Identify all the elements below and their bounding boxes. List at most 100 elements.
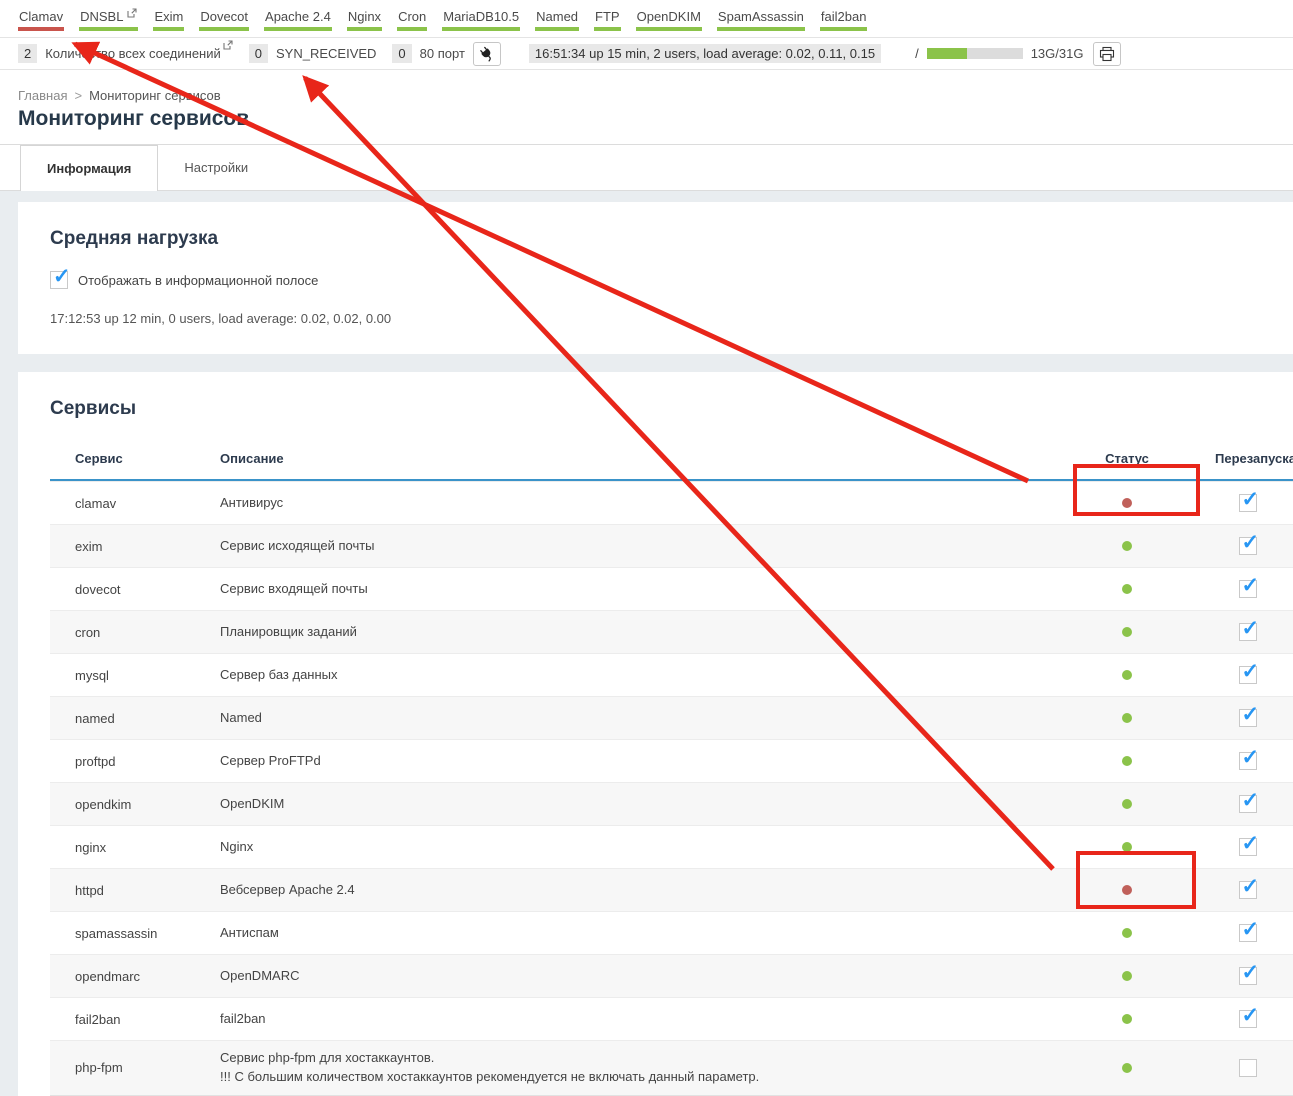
- opendkim-restart-checkbox[interactable]: [1239, 795, 1257, 813]
- column-header-restart: Перезапуска: [1202, 451, 1293, 466]
- page-title: Мониторинг сервисов: [18, 107, 1293, 131]
- exim-restart-checkbox[interactable]: [1239, 537, 1257, 555]
- service-description: Nginx: [220, 838, 1052, 857]
- service-status-cell: [1052, 885, 1202, 895]
- service-status-cell: [1052, 842, 1202, 852]
- topbar-link-dnsbl[interactable]: DNSBL: [79, 7, 138, 31]
- service-row-httpd: httpdВебсервер Apache 2.4: [50, 868, 1293, 911]
- topbar-link-dovecot[interactable]: Dovecot: [199, 7, 249, 31]
- topbar-link-clamav[interactable]: Clamav: [18, 7, 64, 31]
- show-in-infobar-label: Отображать в информационной полосе: [78, 273, 318, 288]
- service-name: clamav: [50, 496, 220, 511]
- service-name: mysql: [50, 668, 220, 683]
- httpd-restart-checkbox[interactable]: [1239, 881, 1257, 899]
- topbar-link-ftp[interactable]: FTP: [594, 7, 621, 31]
- services-panel: Сервисы Сервис Описание Статус Перезапус…: [18, 372, 1293, 1096]
- service-restart-cell: [1202, 623, 1293, 641]
- topbar-link-nginx[interactable]: Nginx: [347, 7, 382, 31]
- service-name: httpd: [50, 883, 220, 898]
- topbar-link-named[interactable]: Named: [535, 7, 579, 31]
- tab-настройки[interactable]: Настройки: [158, 145, 274, 190]
- service-status-cell: [1052, 541, 1202, 551]
- mysql-restart-checkbox[interactable]: [1239, 666, 1257, 684]
- topbar-link-fail2ban[interactable]: fail2ban: [820, 7, 868, 31]
- connections-count-badge: 2: [18, 44, 37, 63]
- service-row-spamassassin: spamassassinАнтиспам: [50, 911, 1293, 954]
- topbar-link-label: DNSBL: [80, 9, 123, 24]
- show-in-infobar-checkbox-row[interactable]: Отображать в информационной полосе: [50, 271, 1293, 289]
- service-description-line: OpenDMARC: [220, 967, 1052, 986]
- disk-usage-fill: [927, 48, 967, 59]
- topbar-link-label: Dovecot: [200, 9, 248, 24]
- service-description: OpenDKIM: [220, 795, 1052, 814]
- service-row-php-fpm: php-fpmСервис php-fpm для хостаккаунтов.…: [50, 1040, 1293, 1095]
- service-description-line: Антивирус: [220, 494, 1052, 513]
- opendmarc-restart-checkbox[interactable]: [1239, 967, 1257, 985]
- clamav-restart-checkbox[interactable]: [1239, 494, 1257, 512]
- disk-mount-label: /: [915, 46, 919, 61]
- topbar-link-exim[interactable]: Exim: [153, 7, 184, 31]
- service-description: fail2ban: [220, 1010, 1052, 1029]
- status-bar: 2 Количество всех соединений 0 SYN_RECEI…: [0, 38, 1293, 70]
- service-restart-cell: [1202, 666, 1293, 684]
- service-name: cron: [50, 625, 220, 640]
- cron-restart-checkbox[interactable]: [1239, 623, 1257, 641]
- dovecot-restart-checkbox[interactable]: [1239, 580, 1257, 598]
- topbar-link-label: Exim: [154, 9, 183, 24]
- service-description: Сервер баз данных: [220, 666, 1052, 685]
- service-status-cell: [1052, 1063, 1202, 1073]
- named-restart-checkbox[interactable]: [1239, 709, 1257, 727]
- nginx-restart-checkbox[interactable]: [1239, 838, 1257, 856]
- connections-link[interactable]: Количество всех соединений: [45, 46, 233, 61]
- mysql-status-dot: [1122, 670, 1132, 680]
- named-status-dot: [1122, 713, 1132, 723]
- breadcrumb-current: Мониторинг сервисов: [89, 88, 221, 103]
- column-header-service: Сервис: [50, 451, 220, 466]
- service-status-cell: [1052, 713, 1202, 723]
- spamassassin-status-dot: [1122, 928, 1132, 938]
- fail2ban-restart-checkbox[interactable]: [1239, 1010, 1257, 1028]
- topbar-link-spamassassin[interactable]: SpamAssassin: [717, 7, 805, 31]
- service-description-line: Сервис исходящей почты: [220, 537, 1052, 556]
- topbar-link-cron[interactable]: Cron: [397, 7, 427, 31]
- topbar-link-opendkim[interactable]: OpenDKIM: [636, 7, 702, 31]
- service-description: Антивирус: [220, 494, 1052, 513]
- show-in-infobar-checkbox[interactable]: [50, 271, 68, 289]
- topbar-link-apache-2.4[interactable]: Apache 2.4: [264, 7, 332, 31]
- service-description: Вебсервер Apache 2.4: [220, 881, 1052, 900]
- topbar-link-label: MariaDB10.5: [443, 9, 519, 24]
- cron-status-dot: [1122, 627, 1132, 637]
- service-row-opendmarc: opendmarcOpenDMARC: [50, 954, 1293, 997]
- nginx-status-dot: [1122, 842, 1132, 852]
- service-name: opendkim: [50, 797, 220, 812]
- service-restart-cell: [1202, 1010, 1293, 1028]
- topbar-link-mariadb10.5[interactable]: MariaDB10.5: [442, 7, 520, 31]
- syn-label: SYN_RECEIVED: [276, 46, 376, 61]
- plug-button[interactable]: [473, 42, 501, 66]
- service-name: fail2ban: [50, 1012, 220, 1027]
- load-average-title: Средняя нагрузка: [18, 202, 1293, 250]
- spamassassin-restart-checkbox[interactable]: [1239, 924, 1257, 942]
- service-row-mysql: mysqlСервер баз данных: [50, 653, 1293, 696]
- service-description-line: fail2ban: [220, 1010, 1052, 1029]
- plug-icon: [478, 45, 495, 62]
- service-description-line: Антиспам: [220, 924, 1052, 943]
- php-fpm-restart-checkbox[interactable]: [1239, 1059, 1257, 1077]
- service-row-dovecot: dovecotСервис входящей почты: [50, 567, 1293, 610]
- service-status-cell: [1052, 1014, 1202, 1024]
- service-status-cell: [1052, 799, 1202, 809]
- tab-информация[interactable]: Информация: [20, 145, 158, 191]
- print-button[interactable]: [1093, 42, 1121, 66]
- proftpd-restart-checkbox[interactable]: [1239, 752, 1257, 770]
- proftpd-status-dot: [1122, 756, 1132, 766]
- service-name: opendmarc: [50, 969, 220, 984]
- topbar-link-label: FTP: [595, 9, 620, 24]
- service-description-line: Планировщик заданий: [220, 623, 1052, 642]
- load-average-text: 17:12:53 up 12 min, 0 users, load averag…: [50, 311, 1293, 354]
- content-area: Средняя нагрузка Отображать в информацио…: [0, 191, 1293, 1096]
- service-name: dovecot: [50, 582, 220, 597]
- breadcrumb: Главная>Мониторинг сервисов: [18, 88, 1293, 103]
- service-status-cell: [1052, 627, 1202, 637]
- service-description-line: OpenDKIM: [220, 795, 1052, 814]
- breadcrumb-home[interactable]: Главная: [18, 88, 67, 103]
